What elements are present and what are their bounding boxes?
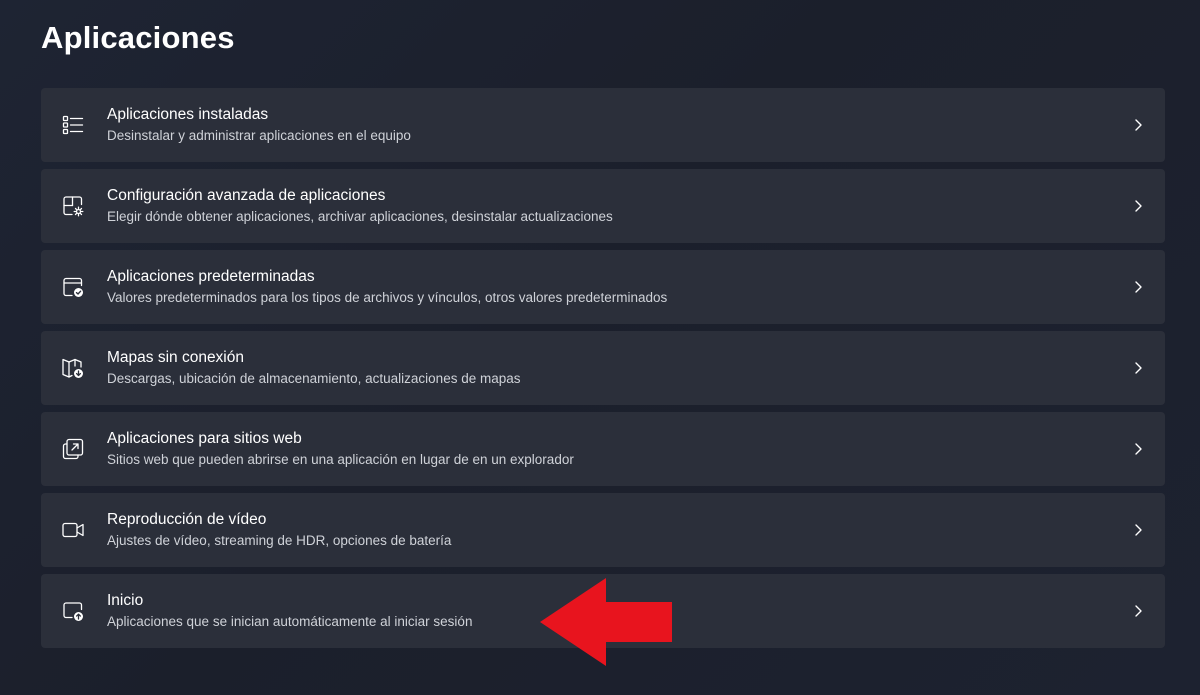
list-icon [61, 113, 85, 137]
settings-item-subtitle: Desinstalar y administrar aplicaciones e… [107, 128, 411, 143]
settings-item-subtitle: Aplicaciones que se inician automáticame… [107, 614, 473, 629]
settings-item-default-apps[interactable]: Aplicaciones predeterminadas Valores pre… [41, 250, 1165, 324]
settings-item-subtitle: Elegir dónde obtener aplicaciones, archi… [107, 209, 613, 224]
settings-item-title: Mapas sin conexión [107, 349, 244, 366]
settings-item-video-playback[interactable]: Reproducción de vídeo Ajustes de vídeo, … [41, 493, 1165, 567]
settings-item-title: Aplicaciones predeterminadas [107, 268, 315, 285]
offline-map-icon [61, 356, 85, 380]
chevron-right-icon [1135, 281, 1142, 293]
settings-item-apps-for-websites[interactable]: Aplicaciones para sitios web Sitios web … [41, 412, 1165, 486]
settings-item-subtitle: Ajustes de vídeo, streaming de HDR, opci… [107, 533, 452, 548]
settings-item-advanced-app-settings[interactable]: Configuración avanzada de aplicaciones E… [41, 169, 1165, 243]
settings-item-installed-apps[interactable]: Aplicaciones instaladas Desinstalar y ad… [41, 88, 1165, 162]
video-camera-icon [61, 518, 85, 542]
chevron-right-icon [1135, 605, 1142, 617]
settings-item-title: Reproducción de vídeo [107, 511, 267, 528]
settings-item-title: Configuración avanzada de aplicaciones [107, 187, 386, 204]
settings-item-subtitle: Descargas, ubicación de almacenamiento, … [107, 371, 521, 386]
startup-icon [61, 599, 85, 623]
settings-item-subtitle: Valores predeterminados para los tipos d… [107, 290, 668, 305]
settings-item-title: Inicio [107, 592, 144, 609]
settings-item-offline-maps[interactable]: Mapas sin conexión Descargas, ubicación … [41, 331, 1165, 405]
chevron-right-icon [1135, 362, 1142, 374]
chevron-right-icon [1135, 119, 1142, 131]
app-settings-icon [61, 194, 85, 218]
open-in-app-icon [61, 437, 85, 461]
settings-list: Aplicaciones instaladas Desinstalar y ad… [41, 88, 1165, 655]
annotation-arrow-left-icon [540, 578, 672, 666]
settings-item-title: Aplicaciones para sitios web [107, 430, 302, 447]
settings-item-subtitle: Sitios web que pueden abrirse en una apl… [107, 452, 574, 467]
settings-item-title: Aplicaciones instaladas [107, 106, 269, 123]
default-apps-icon [61, 275, 85, 299]
chevron-right-icon [1135, 443, 1142, 455]
page-title: Aplicaciones [41, 20, 235, 55]
chevron-right-icon [1135, 524, 1142, 536]
chevron-right-icon [1135, 200, 1142, 212]
